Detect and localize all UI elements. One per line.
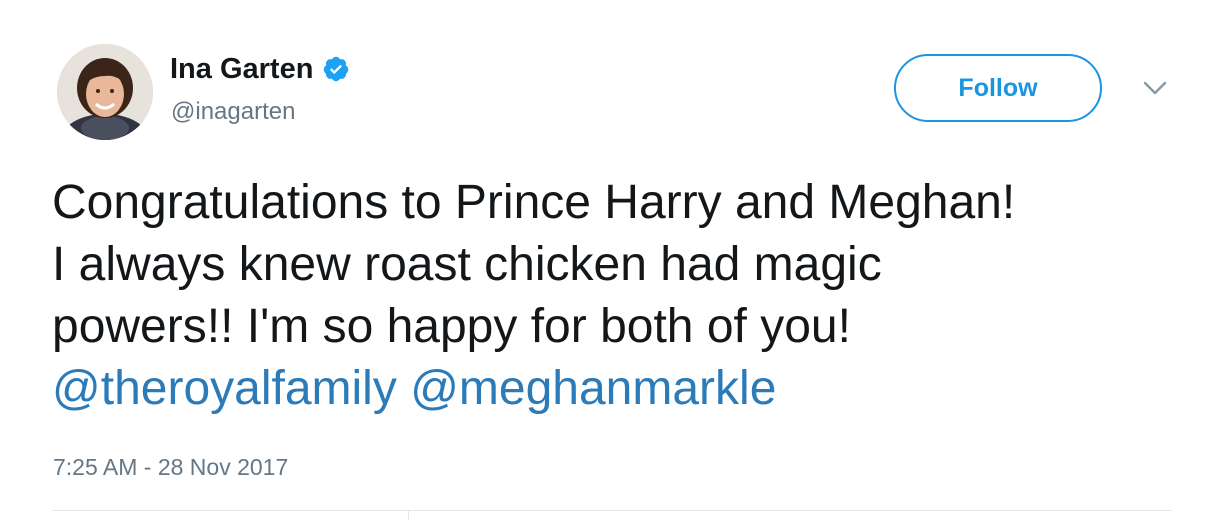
mention-link-meghanmarkle[interactable]: @meghanmarkle <box>410 362 776 415</box>
tweet-text-line: Congratulations to Prince Harry and Megh… <box>52 176 1016 229</box>
tweet-text-line: powers!! I'm so happy for both of you! <box>52 300 851 353</box>
tweet-mentions: @theroyalfamily @meghanmarkle <box>52 358 1192 420</box>
author-handle[interactable]: @inagarten <box>171 96 295 128</box>
divider <box>52 510 1172 511</box>
mention-link-theroyalfamily[interactable]: @theroyalfamily <box>52 362 397 415</box>
tweet-text-line: I always knew roast chicken had magic <box>52 238 882 291</box>
divider <box>408 510 409 520</box>
tweet-text: Congratulations to Prince Harry and Megh… <box>52 172 1192 420</box>
author-display-name[interactable]: Ina Garten <box>170 50 313 88</box>
avatar[interactable] <box>57 44 153 140</box>
profile-photo-icon <box>57 44 153 140</box>
tweet-card: Ina Garten @inagarten Follow Congratulat… <box>0 0 1222 520</box>
author-name-row: Ina Garten <box>170 50 350 88</box>
chevron-down-icon[interactable] <box>1139 76 1171 100</box>
follow-button[interactable]: Follow <box>894 54 1102 122</box>
tweet-timestamp[interactable]: 7:25 AM - 28 Nov 2017 <box>53 452 288 482</box>
verified-badge-icon <box>324 56 349 82</box>
